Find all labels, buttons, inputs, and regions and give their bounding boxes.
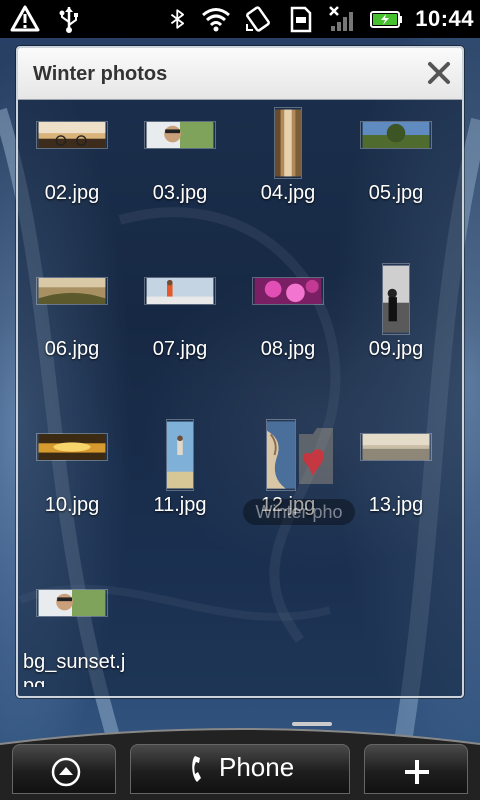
wifi-icon [202,8,231,32]
photo-name: 11.jpg [153,494,207,516]
photo-thumbnail [360,121,432,149]
status-bar: 10:44 [0,0,480,38]
chevron-up-icon [51,757,81,787]
photo-item[interactable]: bg_sunset.jpg [17,572,139,687]
folder-icon [299,428,333,484]
photo-item[interactable]: 12.jpg [233,416,343,566]
photo-thumbnail [166,419,194,491]
photo-item[interactable]: 10.jpg [17,416,127,566]
widget-header: Winter photos [18,48,462,100]
photo-item[interactable]: 04.jpg [233,104,343,254]
photo-item[interactable]: 06.jpg [17,260,127,410]
photo-thumbnail [36,277,108,305]
status-clock: 10:44 [415,6,474,31]
photo-name: bg_sunset.jpg [23,651,126,687]
photo-item[interactable]: 13.jpg [341,416,451,566]
widget-title: Winter photos [33,63,168,85]
close-icon[interactable] [424,58,454,88]
photo-item[interactable]: 05.jpg [341,104,451,254]
photo-thumbnail [36,433,108,461]
photo-name: 13.jpg [368,494,424,516]
photo-thumbnail [144,121,216,149]
rotate-icon [246,6,271,32]
phone-icon [192,756,201,782]
photo-thumbnail [266,419,296,491]
photo-item[interactable]: 08.jpg [233,260,343,410]
photo-thumbnail [360,433,432,461]
photo-thumbnail [252,277,324,305]
app-drawer-button[interactable] [12,744,116,794]
photo-name: 09.jpg [368,338,424,360]
signal-icon [329,6,354,31]
photo-thumbnail [36,121,108,149]
battery-icon [370,11,403,28]
photo-thumbnail [382,263,410,335]
photo-item[interactable]: 09.jpg [341,260,451,410]
photo-name: 08.jpg [260,338,316,360]
drag-ghost-label: Winter pho [243,499,355,525]
alert-icon [10,5,40,32]
photo-item[interactable]: 07.jpg [125,260,235,410]
photo-thumbnail [274,107,302,179]
bluetooth-icon [171,9,185,29]
photo-name: 02.jpg [44,182,100,204]
sd-card-icon [290,6,312,33]
photo-name: 05.jpg [368,182,424,204]
photo-name: 06.jpg [44,338,100,360]
photo-name: 04.jpg [260,182,316,204]
photo-item[interactable]: 11.jpg [125,416,235,566]
photo-name: 07.jpg [152,338,208,360]
phone-label: Phone [219,752,295,782]
photo-name: 03.jpg [152,182,208,204]
phone-button[interactable]: Phone [130,744,350,794]
photo-item[interactable]: 02.jpg [17,104,127,254]
add-button[interactable] [364,744,468,794]
photo-name: 10.jpg [44,494,100,516]
photo-thumbnail [36,589,108,617]
photo-thumbnail [144,277,216,305]
usb-icon [59,7,78,33]
photo-item[interactable]: 03.jpg [125,104,235,254]
plus-icon [405,760,429,784]
